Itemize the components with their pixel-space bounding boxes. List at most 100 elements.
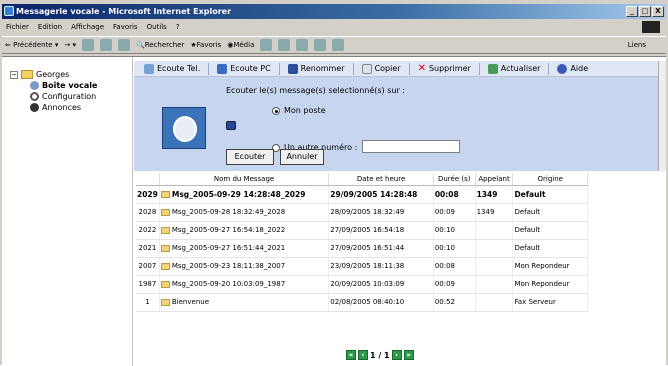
ecoute-pc-button[interactable]: Ecoute PC xyxy=(213,63,274,74)
announcements-icon xyxy=(30,103,39,112)
menu-affichage[interactable]: Affichage xyxy=(71,21,104,34)
folder-tree: − Georges Boîte vocale Configuration Ann… xyxy=(2,57,133,366)
message-envelope-icon xyxy=(160,244,170,252)
tree-item-annonces[interactable]: Annonces xyxy=(10,102,132,113)
back-label: Précédente xyxy=(13,41,53,49)
selection-icon xyxy=(226,121,236,130)
messages-table: Nom du Message Date et heure Durée (s) A… xyxy=(136,173,588,312)
help-button[interactable]: Aide xyxy=(553,63,592,74)
cell-name: Msg_2005-09-27 16:51:44_2021 xyxy=(159,239,330,258)
delete-label: Supprimer xyxy=(428,64,471,73)
cell-date: 28/09/2005 18:32:49 xyxy=(328,203,434,222)
menu-help[interactable]: ? xyxy=(176,21,180,34)
last-page-button[interactable]: » xyxy=(403,350,414,360)
folder-icon xyxy=(21,70,33,79)
cell-id: 2029 xyxy=(136,185,160,204)
close-button[interactable]: X xyxy=(652,6,664,17)
cell-name: Msg_2005-09-28 18:32:49_2028 xyxy=(159,203,330,222)
ie-app-icon xyxy=(4,6,14,16)
delete-button[interactable]: ✕ Supprimer xyxy=(414,63,475,74)
cancel-button[interactable]: Annuler xyxy=(280,149,324,165)
cell-origin: Default xyxy=(512,185,588,204)
toolbar-separator xyxy=(478,62,480,75)
tree-root[interactable]: − Georges xyxy=(10,69,132,80)
table-row[interactable]: 1987 Msg_2005-09-20 10:03:09_1987 20/09/20… xyxy=(136,275,588,294)
menu-fichier[interactable]: Fichier xyxy=(6,21,29,34)
message-name[interactable]: Msg_2005-09-27 16:54:18_2022 xyxy=(172,226,285,234)
table-row[interactable]: 2029 Msg_2005-09-29 14:28:48_2029 29/09/20… xyxy=(136,185,588,204)
window-controls: _ □ X xyxy=(626,6,664,17)
refresh-icon[interactable] xyxy=(99,39,112,51)
message-name[interactable]: Msg_2005-09-28 18:32:49_2028 xyxy=(172,208,285,216)
table-row[interactable]: 2028 Msg_2005-09-28 18:32:49_2028 28/09/20… xyxy=(136,203,588,222)
tree-item-boite-vocale[interactable]: Boîte vocale xyxy=(10,80,132,91)
message-name[interactable]: Bienvenue xyxy=(172,298,209,306)
rename-button[interactable]: Renommer xyxy=(284,63,349,74)
toolbar-separator xyxy=(208,62,210,75)
help-icon xyxy=(557,63,568,74)
copy-icon xyxy=(361,63,372,74)
maximize-button[interactable]: □ xyxy=(639,6,651,17)
previous-page-button[interactable]: ‹ xyxy=(358,350,368,360)
cell-name: Msg_2005-09-23 18:11:38_2007 xyxy=(159,257,330,276)
back-button[interactable]: ⇐ Précédente ▾ xyxy=(5,41,58,49)
cell-name: Msg_2005-09-29 14:28:48_2029 xyxy=(159,185,330,204)
edit-icon[interactable] xyxy=(314,39,327,51)
phone-listen-icon xyxy=(144,63,154,74)
telephone-icon xyxy=(162,107,206,149)
column-header-caller[interactable]: Appelant xyxy=(475,173,514,186)
phone-number-input[interactable] xyxy=(362,140,460,153)
discuss-icon[interactable] xyxy=(332,39,345,51)
menu-outils[interactable]: Outils xyxy=(147,21,167,34)
message-envelope-icon xyxy=(160,191,170,198)
cell-id: 1 xyxy=(136,293,160,312)
column-header-origin[interactable]: Origine xyxy=(512,173,588,186)
minimize-button[interactable]: _ xyxy=(626,6,638,17)
copy-label: Copier xyxy=(374,64,401,73)
favorites-button[interactable]: ★Favoris xyxy=(190,41,221,49)
rename-label: Renommer xyxy=(300,64,345,73)
title-bar: Messagerie vocale - Microsoft Internet E… xyxy=(2,4,666,19)
column-header-duration[interactable]: Durée (s) xyxy=(433,173,476,186)
action-toolbar: Ecoute Tel. Ecoute PC Renommer Copier ✕ S… xyxy=(134,61,664,77)
table-row[interactable]: 2021 Msg_2005-09-27 16:51:44_2021 27/09/20… xyxy=(136,239,588,258)
listen-button[interactable]: Ecouter xyxy=(226,149,274,165)
panel-scrollbar[interactable] xyxy=(658,61,666,171)
message-envelope-icon xyxy=(160,280,170,288)
cell-name: Msg_2005-09-27 16:54:18_2022 xyxy=(159,221,330,240)
ecoute-tel-button[interactable]: Ecoute Tel. xyxy=(140,63,204,74)
menu-bar: Fichier Edition Affichage Favoris Outils… xyxy=(2,21,666,34)
mail-icon[interactable] xyxy=(278,39,291,51)
copy-button[interactable]: Copier xyxy=(358,63,405,74)
search-button[interactable]: 🔍Rechercher xyxy=(136,41,184,49)
table-row[interactable]: 1 Bienvenue 02/08/2005 08:40:10 00:52 Fax Se… xyxy=(136,293,588,312)
collapse-icon[interactable]: − xyxy=(10,70,18,79)
column-header-name[interactable]: Nom du Message xyxy=(159,173,330,186)
message-name[interactable]: Msg_2005-09-20 10:03:09_1987 xyxy=(172,280,285,288)
column-header-id[interactable] xyxy=(136,173,160,186)
next-page-button[interactable]: › xyxy=(391,350,402,360)
menu-edition[interactable]: Edition xyxy=(38,21,62,34)
history-icon[interactable] xyxy=(260,39,273,51)
radio-mon-poste[interactable] xyxy=(272,106,280,115)
table-row[interactable]: 2022 Msg_2005-09-27 16:54:18_2022 27/09/20… xyxy=(136,221,588,240)
print-icon[interactable] xyxy=(296,39,309,51)
table-row[interactable]: 2007 Msg_2005-09-23 18:11:38_2007 23/09/20… xyxy=(136,257,588,276)
tree-item-configuration[interactable]: Configuration xyxy=(10,91,132,102)
search-label: Rechercher xyxy=(144,41,185,49)
column-header-date[interactable]: Date et heure xyxy=(328,173,434,186)
media-button[interactable]: ◉Média xyxy=(227,41,254,49)
message-name[interactable]: Msg_2005-09-29 14:28:48_2029 xyxy=(172,190,306,199)
option-mon-poste[interactable]: Mon poste xyxy=(272,106,326,115)
links-button[interactable]: Liens xyxy=(628,41,646,49)
message-name[interactable]: Msg_2005-09-23 18:11:38_2007 xyxy=(172,262,285,270)
cell-duration: 00:10 xyxy=(433,239,476,258)
home-icon[interactable] xyxy=(117,39,130,51)
menu-favoris[interactable]: Favoris xyxy=(113,21,138,34)
cell-date: 23/09/2005 18:11:38 xyxy=(328,257,434,276)
stop-icon[interactable] xyxy=(81,39,94,51)
forward-button[interactable]: → ▾ xyxy=(64,41,76,49)
message-name[interactable]: Msg_2005-09-27 16:51:44_2021 xyxy=(172,244,285,252)
first-page-button[interactable]: « xyxy=(346,350,356,360)
refresh-button[interactable]: Actualiser xyxy=(484,63,545,74)
